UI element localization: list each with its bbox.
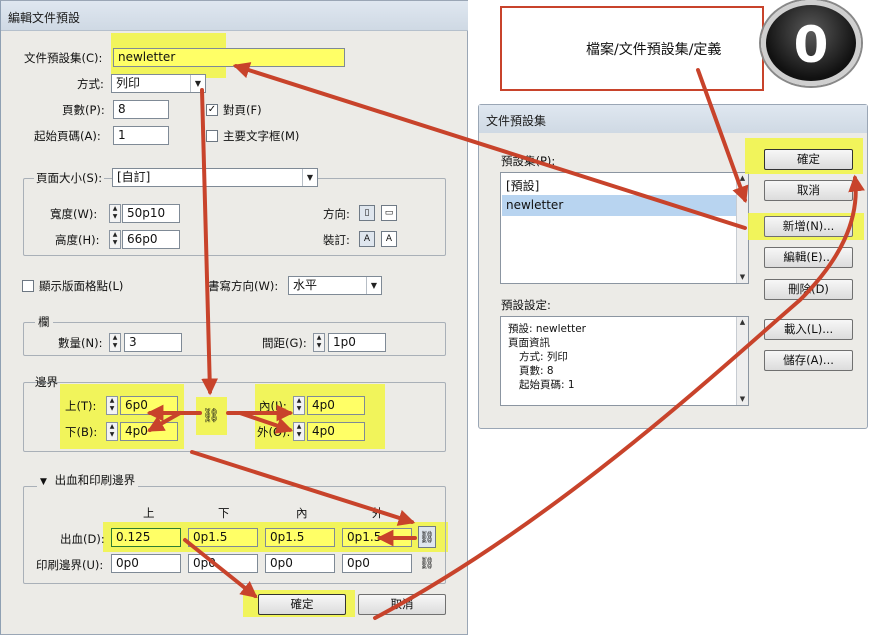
arrow-preset-name-to-link: [200, 88, 219, 396]
arrow-new-to-preset-name: [232, 62, 747, 230]
arrow-link-to-outside: [238, 411, 294, 434]
arrow-link-to-bottom: [147, 411, 182, 432]
arrow-path-to-new: [696, 68, 749, 204]
arrow-bleed-to-ok: [183, 538, 258, 599]
arrow-margins-to-bleed-link: [190, 450, 416, 526]
arrow-ok-to-presets-ok: [373, 174, 865, 620]
annotation-arrows: [146, 62, 865, 620]
